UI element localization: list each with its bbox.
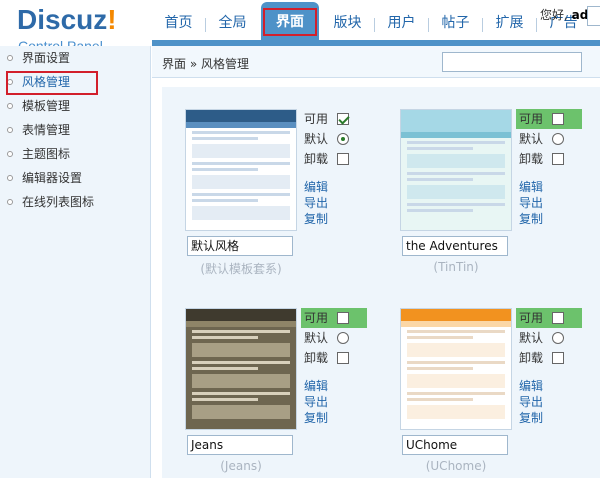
edit-link[interactable]: 编辑 (519, 179, 543, 195)
sidebar-item-interface-settings[interactable]: 界面设置 (0, 46, 151, 70)
style-thumbnail[interactable] (185, 308, 297, 430)
style-grid: 可用 默认 卸载 编辑 导出 复制 默认风格 (默认模板套系) 可用 默认 卸载… (162, 87, 600, 478)
enabled-checkbox[interactable] (552, 113, 564, 125)
export-link[interactable]: 导出 (519, 394, 543, 410)
style-actions: 编辑 导出 复制 (304, 179, 328, 227)
enabled-checkbox[interactable] (552, 312, 564, 324)
enabled-checkbox[interactable] (337, 113, 349, 125)
enabled-option: 可用 (516, 109, 582, 129)
annotation-highlight (6, 71, 98, 95)
breadcrumb-bar: 界面 » 风格管理 (152, 46, 600, 78)
logo[interactable]: Discuz! Control Panel (17, 4, 117, 54)
enabled-option: 可用 (516, 308, 582, 328)
uninstall-option: 卸载 (301, 348, 371, 368)
nav-home[interactable]: 首页 (152, 0, 205, 40)
uninstall-option: 卸载 (516, 348, 586, 368)
style-options: 可用 默认 卸载 (516, 308, 586, 368)
uninstall-checkbox[interactable] (337, 352, 349, 364)
copy-link[interactable]: 复制 (304, 211, 328, 227)
template-name: (Jeans) (220, 459, 262, 473)
bullet-icon (7, 103, 13, 109)
nav-extensions[interactable]: 扩展 (483, 0, 536, 40)
default-option: 默认 (516, 328, 586, 348)
style-actions: 编辑 导出 复制 (519, 179, 543, 227)
template-name: (默认模板套系) (200, 262, 282, 276)
uninstall-option: 卸载 (301, 149, 371, 169)
sidebar-menu: 界面设置 风格管理 模板管理 表情管理 主题图标 编辑器设置 在线列表图标 (0, 46, 151, 214)
enabled-checkbox[interactable] (337, 312, 349, 324)
style-name-input[interactable]: the Adventures (402, 236, 508, 256)
style-card-uchome: 可用 默认 卸载 编辑 导出 复制 UChome (UChome) (400, 308, 600, 478)
default-radio[interactable] (337, 133, 349, 145)
enabled-option: 可用 (301, 109, 371, 129)
nav-posts[interactable]: 帖子 (429, 0, 482, 40)
export-link[interactable]: 导出 (519, 195, 543, 211)
style-options: 可用 默认 卸载 (301, 109, 371, 169)
search-input[interactable] (442, 52, 582, 72)
sidebar-item-emoticon-management[interactable]: 表情管理 (0, 118, 151, 142)
style-card-jeans: 可用 默认 卸载 编辑 导出 复制 Jeans (Jeans) (185, 308, 395, 478)
nav-interface[interactable]: 界面 (261, 2, 319, 40)
bullet-icon (7, 151, 13, 157)
sidebar-item-template-management[interactable]: 模板管理 (0, 94, 151, 118)
copy-link[interactable]: 复制 (519, 211, 543, 227)
bullet-icon (7, 175, 13, 181)
style-name-input[interactable]: 默认风格 (187, 236, 293, 256)
bullet-icon (7, 127, 13, 133)
style-thumbnail[interactable] (400, 308, 512, 430)
template-name: (UChome) (425, 459, 487, 473)
style-card-default: 可用 默认 卸载 编辑 导出 复制 默认风格 (默认模板套系) (185, 109, 395, 301)
sidebar-item-editor-settings[interactable]: 编辑器设置 (0, 166, 151, 190)
default-option: 默认 (301, 328, 371, 348)
export-link[interactable]: 导出 (304, 195, 328, 211)
style-name-input[interactable]: UChome (402, 435, 508, 455)
export-link[interactable]: 导出 (304, 394, 328, 410)
style-actions: 编辑 导出 复制 (304, 378, 328, 426)
nav-users[interactable]: 用户 (375, 0, 428, 40)
breadcrumb[interactable]: 界面 » 风格管理 (162, 55, 249, 72)
uninstall-checkbox[interactable] (552, 352, 564, 364)
uninstall-option: 卸载 (516, 149, 586, 169)
style-actions: 编辑 导出 复制 (519, 378, 543, 426)
style-card-adventures: 可用 默认 卸载 编辑 导出 复制 the Adventures (TinTin… (400, 109, 600, 301)
default-radio[interactable] (337, 332, 349, 344)
bullet-icon (7, 199, 13, 205)
sidebar-item-topic-icons[interactable]: 主题图标 (0, 142, 151, 166)
enabled-option: 可用 (301, 308, 367, 328)
style-options: 可用 默认 卸载 (516, 109, 586, 169)
style-options: 可用 默认 卸载 (301, 308, 371, 368)
template-name: (TinTin) (433, 260, 479, 274)
uninstall-checkbox[interactable] (337, 153, 349, 165)
sidebar-item-online-list-icons[interactable]: 在线列表图标 (0, 190, 151, 214)
copy-link[interactable]: 复制 (519, 410, 543, 426)
edit-link[interactable]: 编辑 (304, 378, 328, 394)
default-option: 默认 (516, 129, 586, 149)
logo-main: Discuz! (17, 4, 117, 35)
sidebar-item-style-management[interactable]: 风格管理 (0, 70, 151, 95)
header: Discuz! Control Panel 首页 全局 界面 版块 用户 帖子 … (0, 0, 600, 54)
search-button[interactable] (587, 6, 600, 26)
nav-forums[interactable]: 版块 (321, 0, 374, 40)
style-name-input[interactable]: Jeans (187, 435, 293, 455)
edit-link[interactable]: 编辑 (304, 179, 328, 195)
style-thumbnail[interactable] (185, 109, 297, 231)
copy-link[interactable]: 复制 (304, 410, 328, 426)
default-radio[interactable] (552, 332, 564, 344)
main-content: 可用 默认 卸载 编辑 导出 复制 默认风格 (默认模板套系) 可用 默认 卸载… (152, 79, 600, 478)
nav-global[interactable]: 全局 (206, 0, 259, 40)
bullet-icon (7, 55, 13, 61)
uninstall-checkbox[interactable] (552, 153, 564, 165)
default-radio[interactable] (552, 133, 564, 145)
style-thumbnail[interactable] (400, 109, 512, 231)
edit-link[interactable]: 编辑 (519, 378, 543, 394)
default-option: 默认 (301, 129, 371, 149)
